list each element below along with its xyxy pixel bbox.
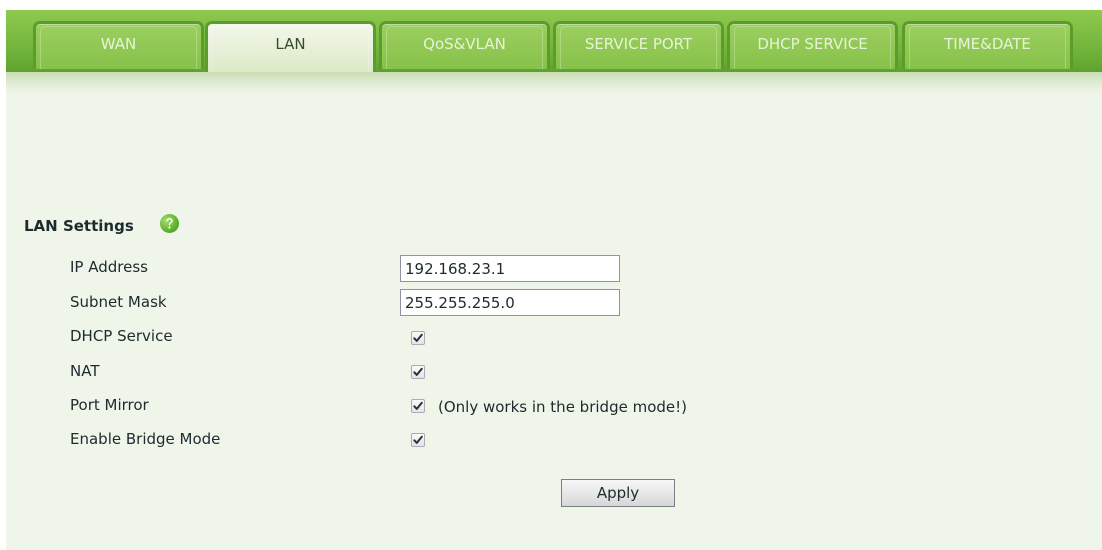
checkmark-icon (413, 367, 423, 376)
tab-inner (40, 26, 197, 69)
help-icon[interactable] (160, 214, 179, 233)
tab-bar-shadow (6, 72, 1102, 94)
ip-address-label: IP Address (70, 258, 148, 276)
tab-dhcp-service[interactable]: DHCP SERVICE (727, 21, 898, 69)
port-mirror-checkbox[interactable] (411, 399, 425, 413)
tab-inner (212, 26, 369, 73)
subnet-mask-label: Subnet Mask (70, 293, 167, 311)
ip-address-input[interactable] (400, 255, 620, 282)
tab-lan[interactable]: LAN (205, 21, 376, 73)
subnet-mask-input[interactable] (400, 289, 620, 316)
page-frame: WAN LAN QoS&VLAN SERVICE PORT DHCP SERVI… (6, 10, 1102, 550)
port-mirror-note: (Only works in the bridge mode!) (438, 398, 687, 416)
tab-service-port[interactable]: SERVICE PORT (553, 21, 724, 69)
tab-inner (560, 26, 717, 69)
checkmark-icon (413, 435, 423, 444)
dhcp-service-checkbox[interactable] (411, 331, 425, 345)
nat-label: NAT (70, 362, 100, 380)
checkmark-icon (413, 401, 423, 410)
nat-checkbox[interactable] (411, 365, 425, 379)
tab-inner (386, 26, 543, 69)
enable-bridge-mode-checkbox[interactable] (411, 433, 425, 447)
dhcp-service-label: DHCP Service (70, 327, 173, 345)
port-mirror-label: Port Mirror (70, 396, 149, 414)
tab-time-date[interactable]: TIME&DATE (902, 21, 1073, 69)
tab-wan[interactable]: WAN (33, 21, 204, 69)
section-title: LAN Settings (24, 217, 134, 235)
tab-inner (734, 26, 891, 69)
checkmark-icon (413, 333, 423, 342)
tab-inner (909, 26, 1066, 69)
apply-button[interactable]: Apply (561, 479, 675, 507)
enable-bridge-mode-label: Enable Bridge Mode (70, 430, 221, 448)
tab-bar: WAN LAN QoS&VLAN SERVICE PORT DHCP SERVI… (6, 10, 1102, 73)
tab-qos-vlan[interactable]: QoS&VLAN (379, 21, 550, 69)
